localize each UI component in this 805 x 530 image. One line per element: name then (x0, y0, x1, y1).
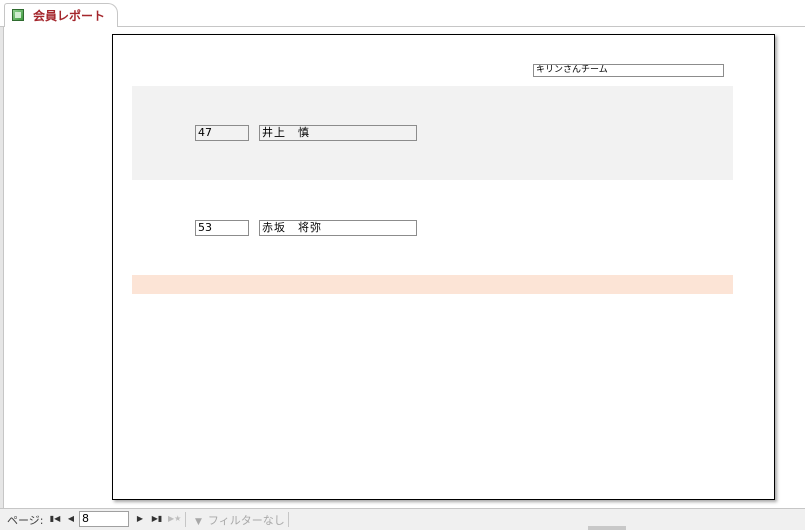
member-name-field: 赤坂 将弥 (259, 220, 417, 236)
next-page-icon[interactable]: ▶ (134, 513, 146, 525)
new-record-icon: ▶★ (168, 514, 182, 523)
page-label: ページ: (7, 514, 44, 527)
detail-row: 47 井上 慎 (132, 86, 733, 180)
team-name-field: キリンさんチーム (533, 64, 724, 77)
first-page-icon[interactable]: ▮◀ (49, 513, 61, 525)
filter-status-label: フィルターなし (207, 514, 285, 527)
nav-separator (288, 512, 289, 527)
last-page-icon[interactable]: ▶▮ (151, 513, 163, 525)
nav-separator (185, 512, 186, 527)
member-name-field: 井上 慎 (259, 125, 417, 141)
page-navigation-bar: ページ: ▮◀ ◀ 8 ▶ ▶▮ ▶★ ▼ フィルターなし (0, 508, 805, 530)
tab-strip-divider (0, 26, 805, 27)
report-icon (12, 9, 24, 21)
group-footer-band (132, 275, 733, 294)
report-page: キリンさんチーム 47 井上 慎 53 赤坂 将弥 (112, 34, 775, 500)
prev-page-icon[interactable]: ◀ (65, 513, 77, 525)
filter-status-button[interactable]: ▼ フィルターなし (195, 512, 285, 528)
page-number-input[interactable]: 8 (79, 511, 129, 527)
detail-row: 53 赤坂 将弥 (132, 180, 733, 275)
left-gutter (0, 27, 4, 508)
horizontal-scrollbar-thumb[interactable] (588, 526, 626, 530)
member-id-field: 47 (195, 125, 249, 141)
filter-icon: ▼ (195, 517, 202, 527)
document-tab-strip: 会員レポート (0, 0, 805, 27)
tab-member-report[interactable]: 会員レポート (4, 3, 118, 27)
member-id-field: 53 (195, 220, 249, 236)
tab-label: 会員レポート (33, 9, 106, 23)
